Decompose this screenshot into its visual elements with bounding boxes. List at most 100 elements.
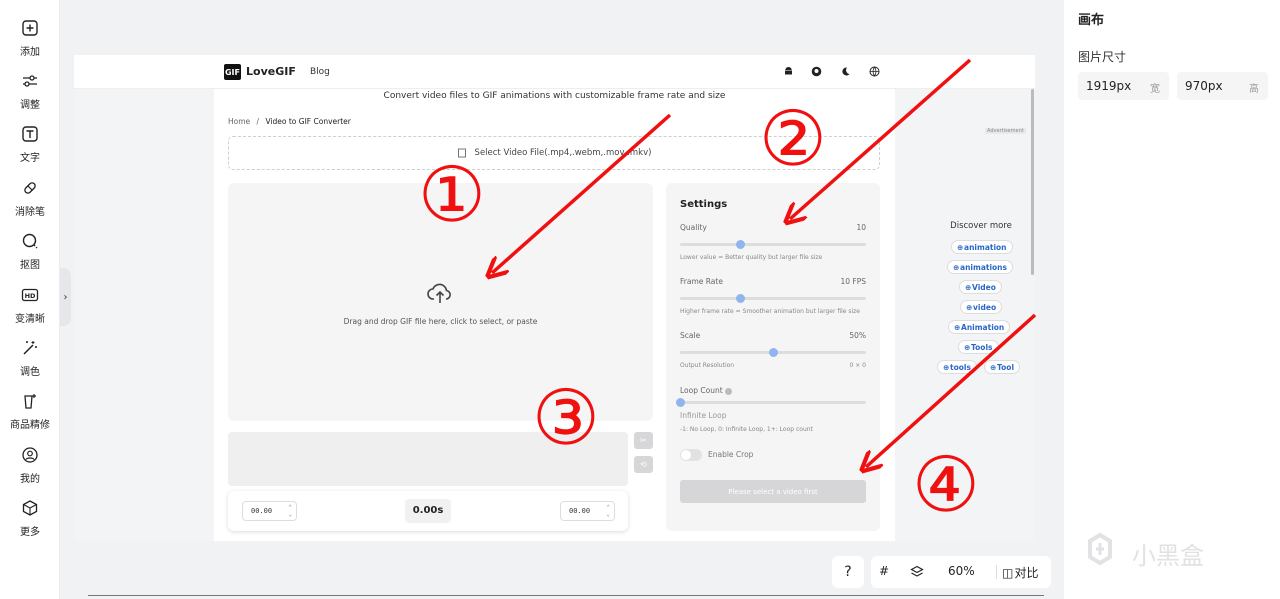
select-video-button[interactable]: Select Video File(.mp4,.webm,.mov,.mkv): [228, 136, 880, 170]
collapse-panel-handle[interactable]: ›: [60, 268, 71, 326]
fps-label: Frame Rate: [680, 277, 723, 286]
android-icon[interactable]: [783, 66, 794, 77]
converter-main: Convert video files to GIF animations wi…: [214, 89, 895, 541]
divider: [996, 565, 997, 579]
breadcrumb: Home / Video to GIF Converter: [228, 117, 351, 126]
canvas-image[interactable]: GIF LoveGIF Blog Convert video files to …: [74, 55, 1035, 541]
discover-chip[interactable]: ⊕ video: [960, 300, 1003, 314]
properties-panel: 画布 图片尺寸 1919px 宽 970px 高: [1064, 0, 1280, 599]
tool-add[interactable]: 添加: [0, 14, 60, 64]
discover-chip[interactable]: ⊕ Tool: [984, 360, 1021, 374]
discover-chip[interactable]: ⊕ tools: [937, 360, 977, 374]
blog-link[interactable]: Blog: [310, 67, 330, 77]
scale-hint: Output Resolution: [680, 362, 735, 369]
slider-thumb[interactable]: [769, 348, 778, 357]
start-time-input[interactable]: 00.00 ⌃ ⌄: [242, 501, 297, 521]
spinner-icon[interactable]: ⌃ ⌄: [606, 504, 610, 518]
height-field[interactable]: 970px 高: [1177, 72, 1268, 100]
layers-icon[interactable]: [910, 565, 924, 579]
discover-chip[interactable]: ⊕ Tools: [958, 340, 999, 354]
cloud-upload-icon: [427, 283, 451, 303]
tool-label: 我的: [20, 474, 40, 485]
crop-toggle[interactable]: [680, 449, 702, 461]
horizontal-scrollbar[interactable]: [88, 595, 1044, 596]
discover-more-title: Discover more: [950, 221, 1012, 231]
tool-label: 变清晰: [15, 314, 45, 325]
tool-sharpen[interactable]: HD 变清晰: [0, 281, 60, 331]
magic-wand-icon: [20, 338, 40, 358]
undo-icon[interactable]: ⟲: [634, 456, 653, 473]
logo[interactable]: GIF: [224, 64, 241, 80]
tool-color[interactable]: 调色: [0, 334, 60, 384]
brand-name[interactable]: LoveGIF: [246, 65, 296, 78]
zoom-level[interactable]: 60%: [948, 564, 975, 578]
moon-icon[interactable]: [840, 66, 851, 77]
width-unit: 宽: [1150, 84, 1160, 95]
tool-label: 消除笔: [15, 207, 45, 218]
time-range-bar: 00.00 ⌃ ⌄ 0.00s 00.00 ⌃ ⌄: [228, 491, 628, 531]
chevron-right-icon: ›: [63, 291, 68, 303]
drop-zone[interactable]: Drag and drop GIF file here, click to se…: [228, 183, 653, 421]
tool-more[interactable]: 更多: [0, 494, 60, 544]
sliders-icon: [20, 71, 40, 91]
discover-chip[interactable]: ⊕ animation: [951, 240, 1013, 254]
loop-slider[interactable]: [676, 398, 866, 407]
discover-chip-label: Tools: [971, 342, 993, 352]
slider-thumb[interactable]: [735, 294, 745, 303]
scale-slider[interactable]: [680, 348, 866, 357]
cutout-icon: [20, 231, 40, 251]
tool-eraser[interactable]: 消除笔: [0, 174, 60, 224]
tool-label: 调色: [20, 367, 40, 378]
cube-icon: [20, 498, 40, 518]
user-icon: [20, 445, 40, 465]
discover-chip-label: animations: [960, 262, 1007, 272]
slider-thumb[interactable]: [676, 398, 685, 407]
page-margin-right: [895, 89, 1035, 541]
height-value: 970px: [1185, 79, 1223, 93]
spinner-icon[interactable]: ⌃ ⌄: [288, 504, 292, 518]
fps-slider[interactable]: [680, 294, 866, 303]
output-resolution-value: 0 × 0: [849, 362, 866, 369]
watermark-logo: 小黑盒: [1088, 532, 1204, 570]
end-time-input[interactable]: 00.00 ⌃ ⌄: [560, 501, 615, 521]
quality-slider[interactable]: [680, 240, 866, 249]
left-toolbar: 添加 调整 文字 消除笔 抠图 HD 变清晰 调色 商品精修 我的 更多: [0, 0, 60, 599]
plus-circle-icon: ⊕: [990, 362, 998, 372]
editor-app: 添加 调整 文字 消除笔 抠图 HD 变清晰 调色 商品精修 我的 更多 › G…: [0, 0, 1280, 599]
tool-mine[interactable]: 我的: [0, 441, 60, 491]
image-size-label: 图片尺寸: [1078, 50, 1127, 64]
timeline-preview[interactable]: [228, 432, 628, 486]
watermark-text: 小黑盒: [1132, 542, 1204, 570]
globe-icon[interactable]: [869, 66, 880, 77]
discover-chip-label: Video: [972, 282, 996, 292]
plus-circle-icon: ⊕: [954, 322, 962, 332]
github-icon[interactable]: [811, 66, 822, 77]
help-button[interactable]: ?: [832, 556, 864, 588]
width-field[interactable]: 1919px 宽: [1078, 72, 1169, 100]
scale-label: Scale: [680, 331, 701, 340]
loop-count-label: Loop Count: [680, 386, 733, 395]
slider-thumb[interactable]: [735, 240, 745, 249]
compare-label: 对比: [1014, 566, 1039, 580]
current-time: 0.00s: [405, 499, 451, 523]
compare-button[interactable]: ◫ 对比: [1002, 564, 1039, 581]
tool-cutout[interactable]: 抠图: [0, 227, 60, 277]
width-value: 1919px: [1086, 79, 1132, 93]
discover-chip[interactable]: ⊕ animations: [947, 260, 1013, 274]
scissors-icon[interactable]: ✂: [634, 432, 653, 449]
tool-text[interactable]: 文字: [0, 120, 60, 170]
discover-chip[interactable]: ⊕ Animation: [948, 320, 1011, 334]
info-icon[interactable]: [725, 387, 733, 395]
quality-value: 10: [856, 223, 866, 232]
quality-hint: Lower value = Better quality but larger …: [680, 254, 823, 261]
breadcrumb-home[interactable]: Home: [228, 117, 250, 126]
tool-adjust[interactable]: 调整: [0, 67, 60, 117]
grid-icon[interactable]: #: [879, 564, 889, 578]
text-icon: [20, 124, 40, 144]
tool-product-retouch[interactable]: 商品精修: [0, 387, 60, 437]
tool-label: 商品精修: [10, 420, 50, 431]
discover-chip[interactable]: ⊕ Video: [959, 280, 1002, 294]
crop-label: Enable Crop: [708, 450, 754, 459]
convert-button[interactable]: Please select a video first: [680, 480, 866, 503]
page-scrollbar[interactable]: [1031, 89, 1034, 275]
